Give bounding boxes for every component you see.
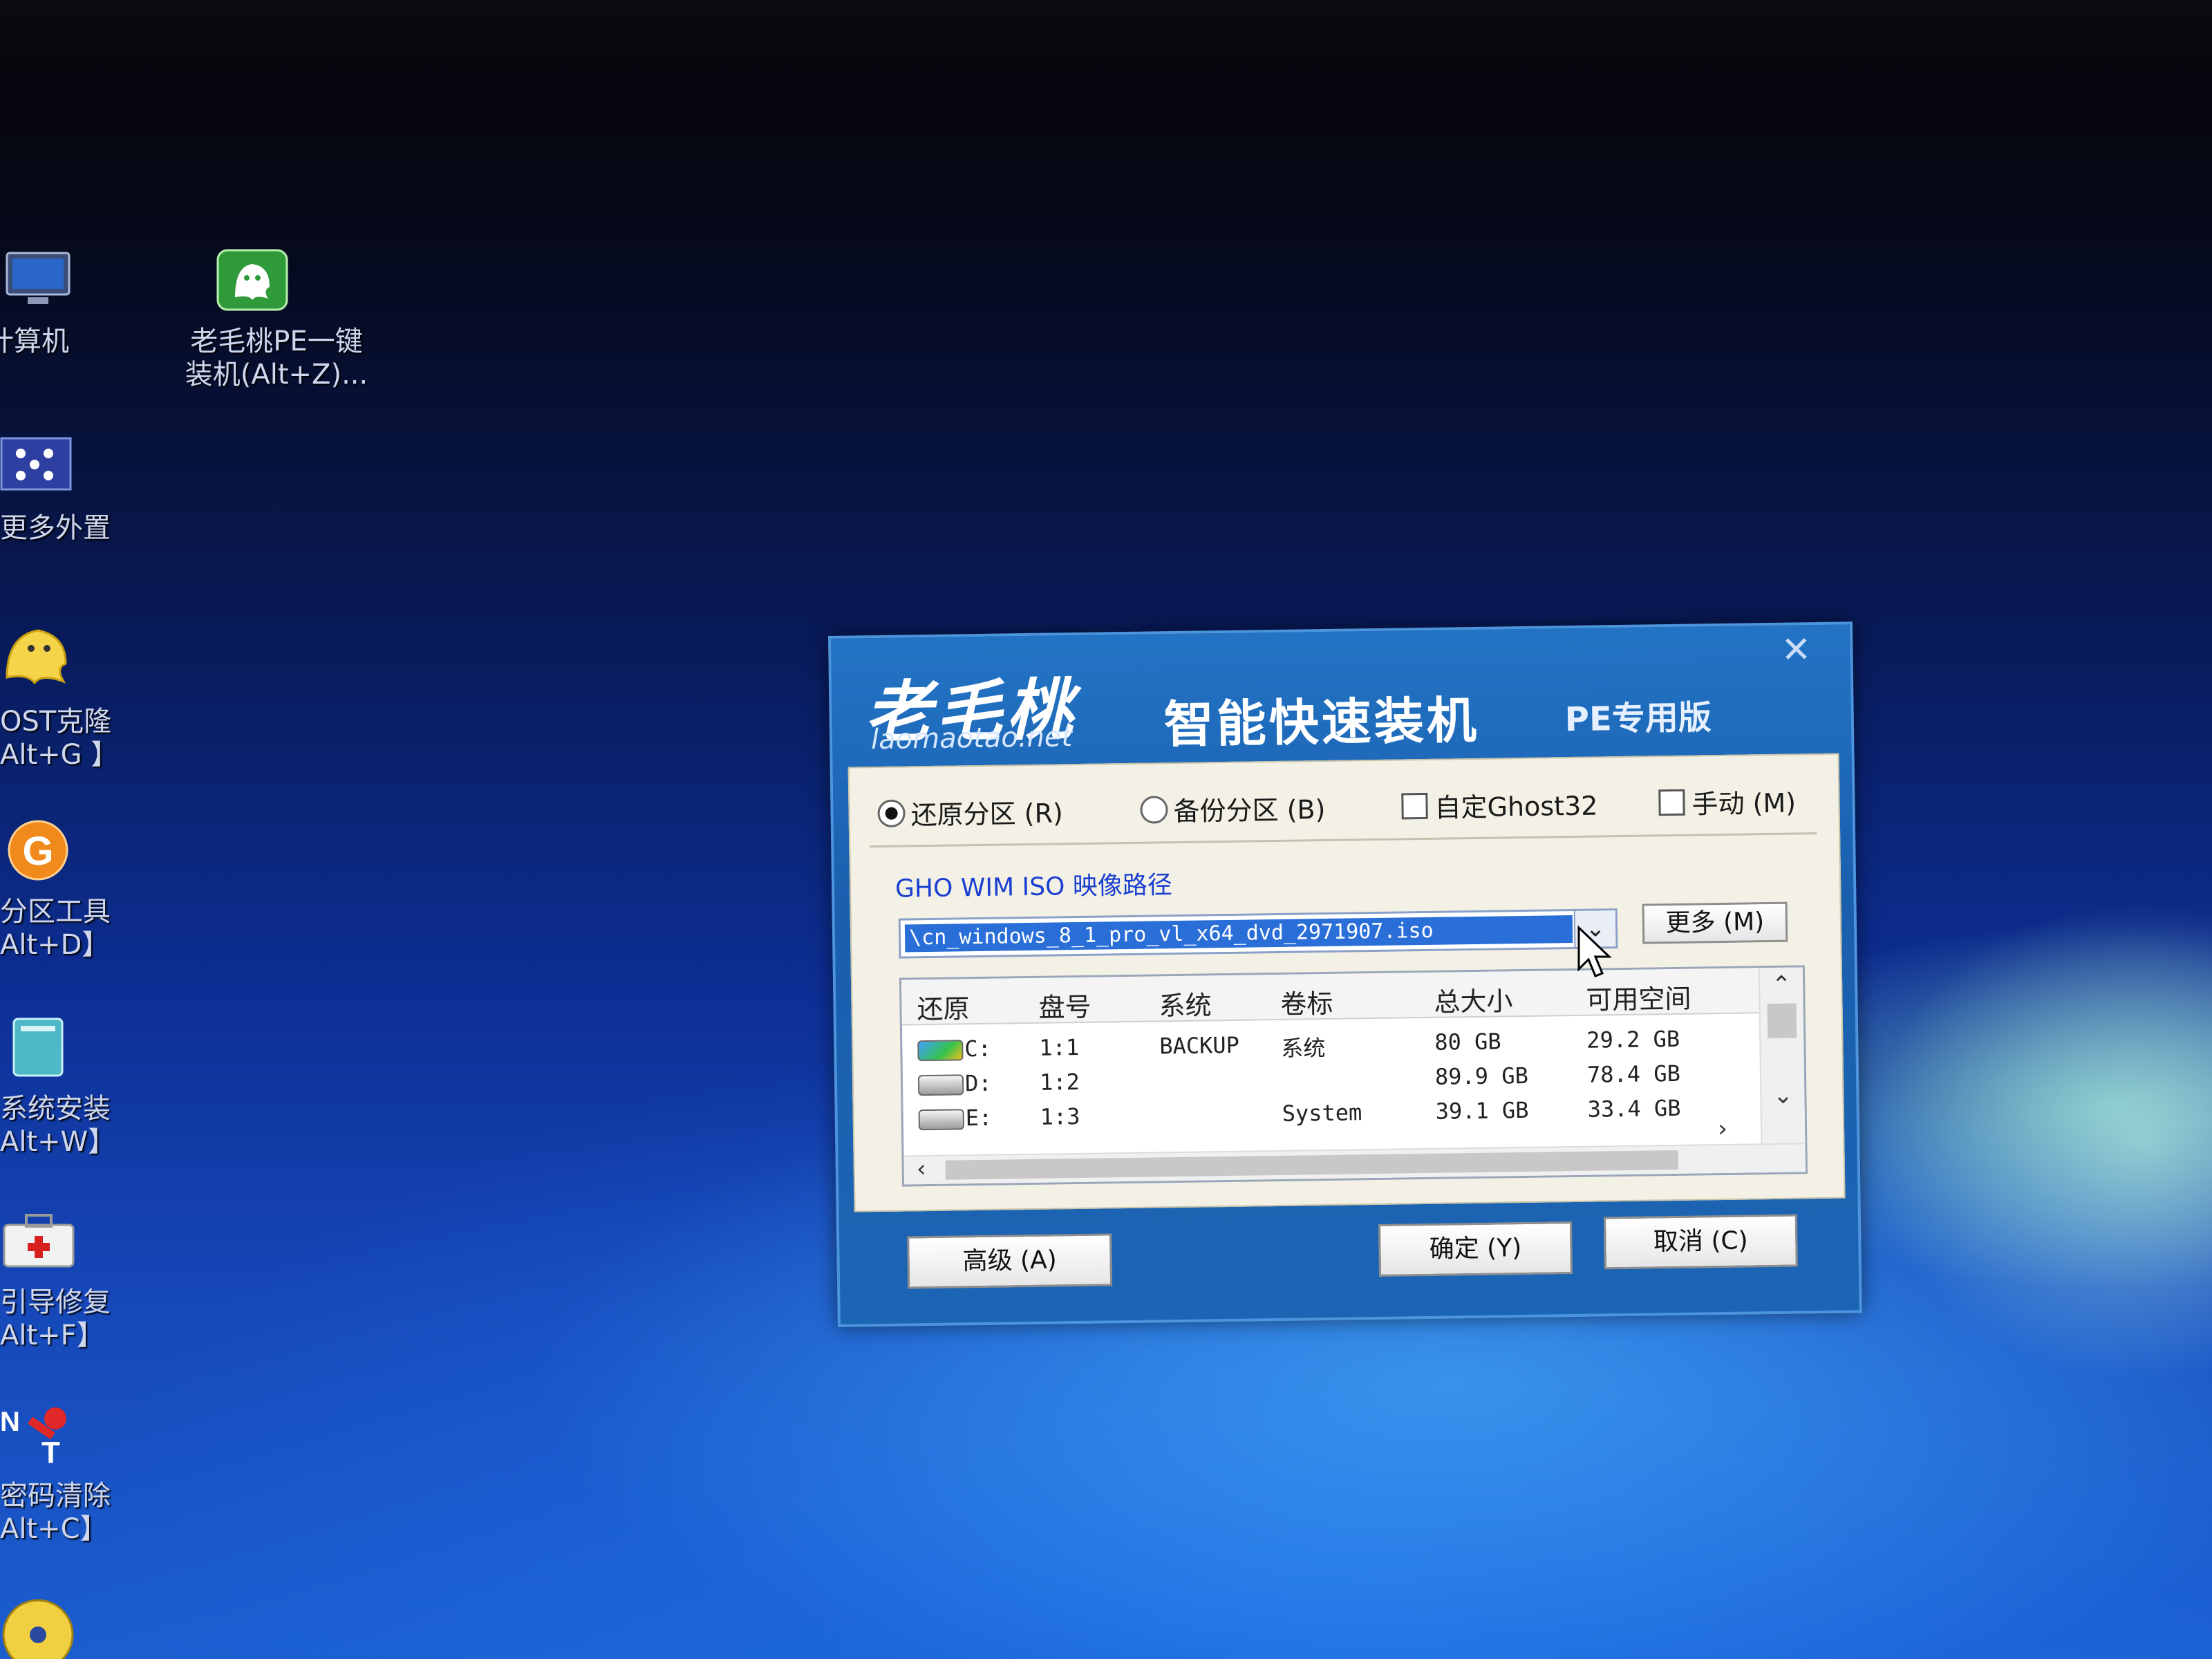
windows-drive-icon: [917, 1040, 964, 1062]
svg-text:N: N: [0, 1407, 20, 1437]
desktop-icon-label: 更多外置: [0, 512, 111, 544]
divider: [870, 832, 1817, 848]
ghost-green-icon: [216, 249, 288, 311]
desktop-icon-label: 老毛桃PE一键 装机(Alt+Z)...: [185, 326, 368, 391]
free-space-cell: 78.4 GB: [1586, 1060, 1681, 1088]
svg-text:G: G: [22, 829, 53, 874]
disk-number: 1:1: [1039, 1033, 1080, 1061]
free-space-cell: 33.4 GB: [1587, 1094, 1681, 1123]
manual-label: 手动 (M): [1691, 787, 1797, 820]
key-icon: N T: [0, 1407, 66, 1465]
desktop-icon-label: 分区工具 Alt+D】: [0, 896, 111, 961]
chevron-up-icon[interactable]: ⌃: [1760, 967, 1803, 1002]
desktop-icon-partition-tool[interactable]: G 分区工具 Alt+D】: [0, 819, 249, 971]
column-header[interactable]: 盘号: [1038, 986, 1091, 1024]
restore-partition-label: 还原分区 (R): [910, 798, 1064, 831]
desktop-icon-boot-repair[interactable]: 引导修复 Alt+F】: [0, 1210, 249, 1362]
total-size-cell: 39.1 GB: [1435, 1096, 1529, 1125]
cancel-button[interactable]: 取消 (C): [1603, 1214, 1798, 1270]
drive-letter: D:: [964, 1069, 992, 1097]
disc-icon: [2, 1599, 74, 1659]
column-header[interactable]: 系统: [1159, 984, 1212, 1022]
desktop-icon-disc[interactable]: [0, 1597, 249, 1659]
close-icon[interactable]: ✕: [1775, 629, 1817, 671]
options-panel: 还原分区 (R) 备份分区 (B) 自定Ghost32 手动 (M) GHO W…: [847, 753, 1846, 1212]
column-header[interactable]: 还原: [917, 987, 970, 1026]
drive-icon: [918, 1109, 964, 1131]
desktop-icon-peripherals[interactable]: 更多外置: [0, 435, 249, 553]
scrollbar-thumb[interactable]: [945, 1150, 1678, 1180]
partition-tool-icon: G: [8, 820, 68, 881]
desktop-icon-label: OST克隆 Alt+G 】: [0, 706, 119, 771]
column-header[interactable]: 总大小: [1434, 980, 1513, 1019]
edition-label: PE专用版: [1564, 698, 1712, 740]
image-path-value[interactable]: \cn_windows_8_1_pro_vl_x64_dvd_2971907.i…: [904, 915, 1573, 953]
chevron-right-icon[interactable]: ›: [1705, 1114, 1741, 1145]
custom-ghost32-label: 自定Ghost32: [1434, 790, 1598, 823]
brand-url: laomaotao.net: [870, 721, 1073, 756]
scrollbar-thumb[interactable]: [1767, 1003, 1797, 1039]
desktop-icon-onekey-install[interactable]: 老毛桃PE一键 装机(Alt+Z)...: [152, 249, 401, 401]
total-size-cell: 89.9 GB: [1434, 1062, 1529, 1090]
peripherals-icon: [0, 437, 72, 491]
ok-button[interactable]: 确定 (Y): [1378, 1221, 1573, 1277]
chevron-down-icon[interactable]: ⌄: [1761, 1078, 1805, 1113]
partition-table: 还原 盘号 系统 卷标 总大小 可用空间 C: 1:1 BACKUP 系统 80…: [899, 965, 1808, 1187]
custom-ghost32-checkbox[interactable]: 自定Ghost32: [1401, 784, 1598, 825]
wallpaper-glow: [1866, 899, 2212, 1382]
restore-partition-radio[interactable]: 还原分区 (R): [877, 791, 1063, 832]
volume-label-cell: 系统: [1281, 1035, 1326, 1062]
column-header[interactable]: 可用空间: [1586, 977, 1691, 1017]
radio-selected-icon: [877, 798, 906, 827]
svg-text:T: T: [41, 1436, 60, 1465]
column-header[interactable]: 卷标: [1280, 982, 1333, 1021]
checkbox-icon: [1401, 792, 1428, 819]
ghost-yellow-icon: [6, 629, 67, 684]
dialog-title: 智能快速装机: [1163, 691, 1480, 754]
desktop-icon-ghost-clone[interactable]: OST克隆 Alt+G 】: [0, 622, 249, 774]
more-button[interactable]: 更多 (M): [1642, 901, 1788, 944]
backup-partition-label: 备份分区 (B): [1173, 794, 1326, 827]
drive-letter: E:: [965, 1104, 993, 1132]
horizontal-scrollbar[interactable]: ‹ ›: [903, 1115, 1808, 1185]
desktop-icon-system-install[interactable]: 系统安装 Alt+W】: [0, 1016, 249, 1168]
drive-icon: [917, 1074, 964, 1096]
radio-icon: [1140, 795, 1168, 824]
mouse-cursor-icon: [1577, 925, 1612, 977]
first-aid-kit-icon: [3, 1214, 75, 1268]
free-space-cell: 29.2 GB: [1586, 1025, 1680, 1053]
desktop-icon-label: 引导修复 Alt+F】: [0, 1286, 111, 1351]
disk-number: 1:2: [1039, 1068, 1080, 1096]
monitor-bezel-shadow: [0, 0, 2212, 83]
system-cell: BACKUP: [1159, 1031, 1240, 1060]
chevron-left-icon[interactable]: ‹: [903, 1154, 939, 1185]
desktop-icon-password-clear[interactable]: N T 密码清除 Alt+C】: [0, 1403, 249, 1555]
desktop-icon-label: 密码清除 Alt+C】: [0, 1480, 111, 1545]
desktop-icon-label: 系统安装 Alt+W】: [0, 1093, 116, 1158]
computer-icon: [6, 252, 71, 304]
table-header: 还原 盘号 系统 卷标 总大小 可用空间: [901, 968, 1759, 1026]
vertical-scrollbar[interactable]: ⌃ ⌄: [1758, 967, 1806, 1148]
image-path-label: GHO WIM ISO 映像路径: [894, 871, 1173, 903]
manual-checkbox[interactable]: 手动 (M): [1658, 781, 1796, 821]
desktop-icon-label: 计算机: [0, 326, 69, 357]
system-install-icon: [12, 1018, 64, 1077]
drive-letter: C:: [964, 1035, 992, 1062]
advanced-button[interactable]: 高级 (A): [907, 1233, 1113, 1289]
image-path-combobox[interactable]: \cn_windows_8_1_pro_vl_x64_dvd_2971907.i…: [898, 908, 1618, 959]
backup-partition-radio[interactable]: 备份分区 (B): [1140, 788, 1326, 829]
total-size-cell: 80 GB: [1434, 1028, 1501, 1056]
checkbox-icon: [1658, 789, 1685, 816]
quick-install-dialog: ✕ 老毛桃 laomaotao.net 智能快速装机 PE专用版 还原分区 (R…: [828, 621, 1862, 1327]
volume-label-cell: System: [1282, 1099, 1362, 1127]
disk-number: 1:3: [1040, 1103, 1080, 1130]
